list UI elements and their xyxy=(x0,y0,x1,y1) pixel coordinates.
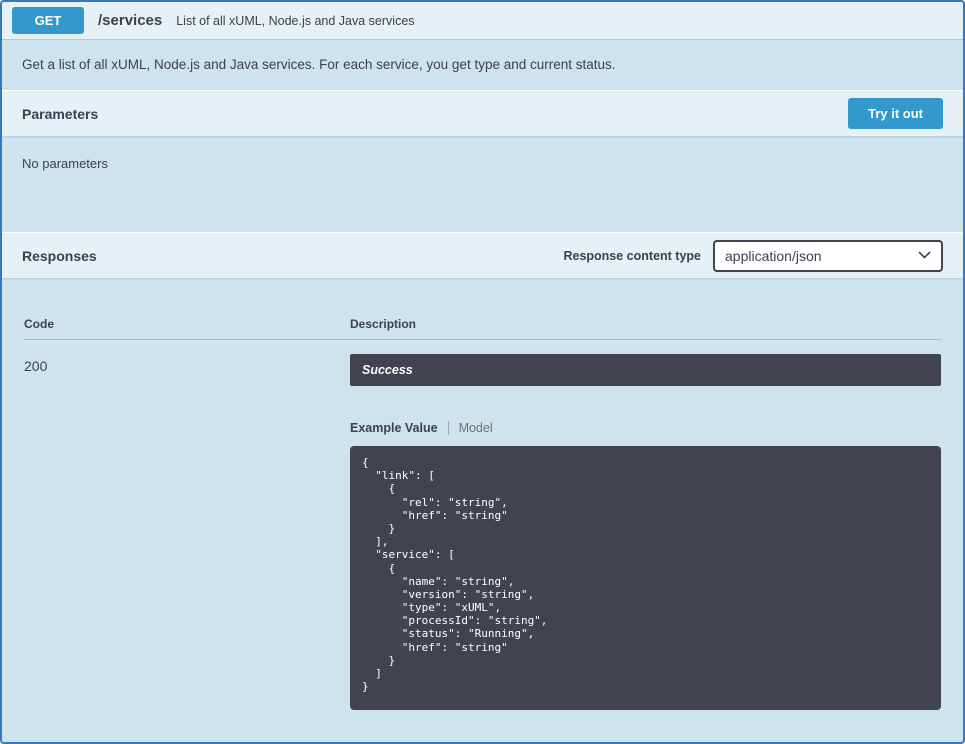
parameters-body: No parameters xyxy=(2,136,963,232)
parameters-title: Parameters xyxy=(22,106,98,122)
responses-table-header: Code Description xyxy=(24,302,941,340)
parameters-section-header: Parameters Try it out xyxy=(2,90,963,136)
response-content-type-value: application/json xyxy=(725,248,822,264)
tab-divider xyxy=(448,421,449,435)
description-column-header: Description xyxy=(350,317,941,331)
no-parameters-text: No parameters xyxy=(22,156,108,171)
opblock-get-services: GET /services List of all xUML, Node.js … xyxy=(0,0,965,744)
endpoint-summary-text: List of all xUML, Node.js and Java servi… xyxy=(176,14,414,28)
responses-body: Code Description 200 Success Example Val… xyxy=(2,278,963,732)
response-content-type-wrap: Response content type application/json xyxy=(563,240,943,272)
code-column-header: Code xyxy=(24,317,350,331)
endpoint-summary-bar[interactable]: GET /services List of all xUML, Node.js … xyxy=(2,2,963,40)
example-model-tabs: Example Value Model xyxy=(350,420,941,436)
tab-model[interactable]: Model xyxy=(459,421,493,435)
http-method-badge: GET xyxy=(12,7,84,34)
tab-example-value[interactable]: Example Value xyxy=(350,421,438,435)
endpoint-description-section: Get a list of all xUML, Node.js and Java… xyxy=(2,40,963,90)
response-row-200: 200 Success Example Value Model { "link"… xyxy=(24,340,941,710)
endpoint-path[interactable]: /services xyxy=(98,12,162,29)
response-code: 200 xyxy=(24,354,350,710)
endpoint-description: Get a list of all xUML, Node.js and Java… xyxy=(22,57,943,72)
response-description-cell: Success Example Value Model { "link": [ … xyxy=(350,354,941,710)
response-content-type-select[interactable]: application/json xyxy=(713,240,943,272)
example-json-block[interactable]: { "link": [ { "rel": "string", "href": "… xyxy=(350,446,941,710)
try-it-out-button[interactable]: Try it out xyxy=(848,98,943,129)
chevron-down-icon xyxy=(918,251,931,260)
responses-section-header: Responses Response content type applicat… xyxy=(2,232,963,278)
response-content-type-label: Response content type xyxy=(563,249,701,263)
response-status-text: Success xyxy=(350,354,941,386)
responses-title: Responses xyxy=(22,248,97,264)
